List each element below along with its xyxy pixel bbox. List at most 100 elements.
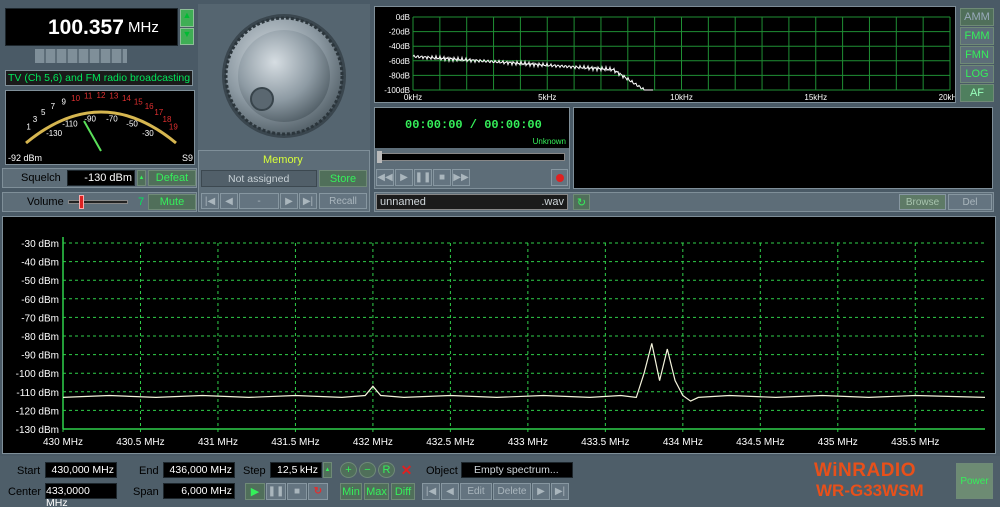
s-meter-dbm-label: -130: [46, 129, 63, 138]
main-x-label: 433 MHz: [508, 437, 548, 448]
rec-pause-button[interactable]: ❚❚: [414, 169, 432, 186]
s-meter-dbm-label: -70: [106, 115, 118, 124]
power-button[interactable]: Power: [956, 463, 993, 499]
start-field[interactable]: 430,000 MHz: [45, 462, 117, 478]
frequency-value: 100.357: [48, 16, 124, 39]
main-y-label: -130 dBm: [16, 425, 59, 436]
mode-log-button[interactable]: LOG: [960, 65, 994, 83]
memory-next-button[interactable]: ▶: [280, 193, 298, 209]
s-meter-scale-label: 15: [134, 97, 143, 106]
mode-fmn-button[interactable]: FMN: [960, 46, 994, 64]
object-edit-button[interactable]: Edit: [460, 483, 492, 500]
center-field[interactable]: 433,0000 MHz: [45, 483, 117, 507]
object-field[interactable]: Empty spectrum...: [461, 462, 573, 478]
recorder-panel: 00:00:00 / 00:00:00 Unknown ◀◀ ▶ ❚❚ ■ ▶▶: [374, 107, 570, 189]
record-button[interactable]: [551, 169, 568, 186]
s-meter-scale-label: 12: [97, 91, 106, 100]
volume-slider-handle[interactable]: [79, 195, 84, 209]
s-meter-scale-label: 16: [145, 102, 154, 111]
rec-play-button[interactable]: ▶: [395, 169, 413, 186]
zoom-in-icon[interactable]: +: [340, 462, 357, 478]
object-delete-button[interactable]: Delete: [493, 483, 531, 500]
defeat-button[interactable]: Defeat: [148, 170, 196, 186]
main-x-label: 435 MHz: [818, 437, 858, 448]
min-button[interactable]: Min: [340, 483, 362, 500]
memory-last-button[interactable]: ▶|: [299, 193, 317, 209]
squelch-label: Squelch: [21, 172, 61, 184]
main-spectrum[interactable]: -30 dBm -40 dBm -50 dBm -60 dBm -70 dBm -80 d…: [2, 216, 996, 454]
object-last-button[interactable]: ▶|: [551, 483, 569, 500]
sweep-play-button[interactable]: ▶: [245, 483, 265, 500]
recorder-progress-handle[interactable]: [377, 151, 382, 163]
recorder-progress[interactable]: [377, 153, 565, 161]
delete-file-button[interactable]: Del: [948, 194, 992, 210]
frequency-up-button[interactable]: ▲: [180, 9, 194, 27]
object-first-button[interactable]: |◀: [422, 483, 440, 500]
rec-forward-button[interactable]: ▶▶: [452, 169, 470, 186]
knob-finger-dimple: [250, 87, 274, 111]
max-button[interactable]: Max: [364, 483, 389, 500]
step-spinner[interactable]: ▲: [323, 462, 332, 478]
step-field[interactable]: 12,5 kHz: [270, 462, 322, 478]
volume-value: 7: [138, 196, 145, 208]
main-x-label: 432.5 MHz: [426, 437, 474, 448]
reset-icon[interactable]: R: [378, 462, 395, 478]
recorder-controls: ◀◀ ▶ ❚❚ ■ ▶▶: [376, 169, 476, 186]
diff-button[interactable]: Diff: [391, 483, 415, 500]
main-y-label: -80 dBm: [21, 332, 59, 343]
sweep-controls: ▶ ❚❚ ■ ↻: [245, 483, 335, 500]
s-meter-needle: [83, 120, 102, 152]
sweep-pause-button[interactable]: ❚❚: [266, 483, 286, 500]
af-y-label: -20dB: [389, 28, 410, 37]
mode-fmm-button[interactable]: FMM: [960, 27, 994, 45]
s-meter-dbm-label: -30: [142, 129, 154, 138]
center-label: Center: [8, 486, 42, 498]
s-meter-scale-label: 3: [33, 115, 38, 124]
main-spectrum-trace: [62, 343, 986, 402]
digit-buttons[interactable]: [34, 48, 128, 64]
main-x-label: 434.5 MHz: [736, 437, 784, 448]
sweep-stop-button[interactable]: ■: [287, 483, 307, 500]
s-meter-scale-label: 5: [41, 108, 46, 117]
recall-button[interactable]: Recall: [319, 193, 367, 209]
filename-field[interactable]: unnamed .wav: [376, 194, 568, 210]
mode-amm-button[interactable]: AMM: [960, 8, 994, 26]
squelch-value[interactable]: -130 dBm: [67, 170, 135, 186]
browse-button[interactable]: Browse: [899, 194, 946, 210]
object-next-button[interactable]: ▶: [532, 483, 550, 500]
memory-prev-button[interactable]: ◀: [220, 193, 238, 209]
squelch-spinner[interactable]: ▲: [137, 170, 146, 186]
volume-label: Volume: [27, 196, 64, 208]
s-meter-scale-label: 19: [169, 123, 178, 132]
clear-icon[interactable]: ✕: [398, 462, 415, 478]
volume-row: Volume 7 Mute: [2, 192, 197, 212]
store-button[interactable]: Store: [319, 170, 367, 187]
object-prev-button[interactable]: ◀: [441, 483, 459, 500]
main-y-label: -90 dBm: [21, 351, 59, 362]
frequency-down-button[interactable]: ▼: [180, 28, 194, 45]
memory-slot[interactable]: -: [239, 193, 279, 209]
mode-buttons: AMM FMM FMN LOG AF: [960, 8, 994, 104]
main-y-label: -120 dBm: [16, 406, 59, 417]
memory-first-button[interactable]: |◀: [201, 193, 219, 209]
frequency-display[interactable]: 100.357 MHz: [5, 8, 178, 46]
memory-nav[interactable]: |◀ ◀ - ▶ ▶|: [201, 193, 317, 209]
rec-rewind-button[interactable]: ◀◀: [376, 169, 394, 186]
span-field[interactable]: 6,000 MHz: [163, 483, 235, 499]
zoom-out-icon[interactable]: −: [359, 462, 376, 478]
memory-panel: Memory Not assigned Store |◀ ◀ - ▶ ▶| Re…: [198, 150, 370, 212]
span-label: Span: [133, 486, 159, 498]
memory-value: Not assigned: [201, 170, 317, 187]
object-controls: |◀ ◀ Edit Delete ▶ ▶|: [422, 483, 574, 500]
mode-af-button[interactable]: AF: [960, 84, 994, 102]
main-y-label: -30 dBm: [21, 239, 59, 250]
sweep-loop-button[interactable]: ↻: [308, 483, 328, 500]
af-y-label: 0dB: [396, 13, 410, 22]
tuning-knob[interactable]: [198, 4, 370, 150]
rec-stop-button[interactable]: ■: [433, 169, 451, 186]
volume-slider-track[interactable]: [68, 200, 128, 204]
end-field[interactable]: 436,000 MHz: [163, 462, 235, 478]
s-meter-reading: -92 dBm: [8, 153, 43, 163]
refresh-icon[interactable]: ↻: [573, 194, 590, 210]
mute-button[interactable]: Mute: [148, 194, 196, 210]
